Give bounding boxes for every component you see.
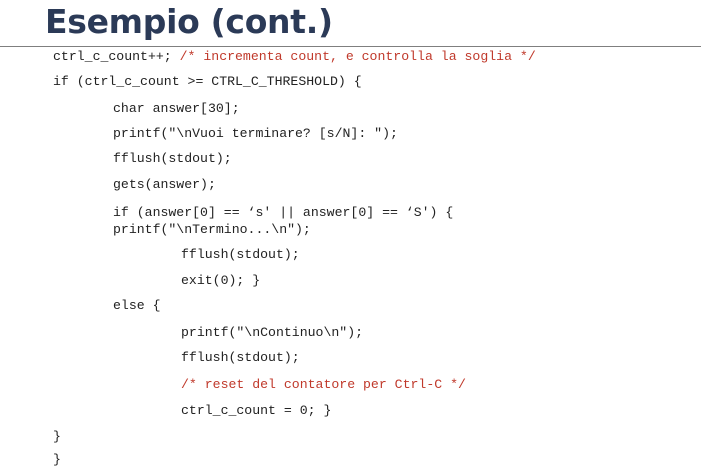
slide: Esempio (cont.) ctrl_c_count++; /* incre…	[0, 0, 701, 469]
code-line-6: gets(answer);	[113, 177, 216, 192]
code-line-13: fflush(stdout);	[181, 350, 300, 365]
code-line-15: ctrl_c_count = 0; }	[181, 403, 332, 418]
code-line-7: if (answer[0] == ‘s' || answer[0] == ‘S'…	[113, 205, 454, 220]
code-line-5: fflush(stdout);	[113, 151, 232, 166]
code-line-3: char answer[30];	[113, 101, 240, 116]
code-line-14: /* reset del contatore per Ctrl-C */	[181, 377, 466, 392]
code-line-8: printf("\nTermino...\n");	[113, 222, 311, 237]
code-line-4: printf("\nVuoi terminare? [s/N]: ");	[113, 126, 398, 141]
code-line-10: exit(0); }	[181, 273, 261, 288]
code-block: ctrl_c_count++; /* incrementa count, e c…	[0, 0, 701, 469]
code-line-17: }	[53, 452, 61, 467]
code-text: ctrl_c_count++;	[53, 49, 180, 64]
code-line-9: fflush(stdout);	[181, 247, 300, 262]
code-line-12: printf("\nContinuo\n");	[181, 325, 364, 340]
code-line-16: }	[53, 429, 61, 444]
code-line-1: ctrl_c_count++; /* incrementa count, e c…	[53, 49, 536, 65]
code-line-2: if (ctrl_c_count >= CTRL_C_THRESHOLD) {	[53, 74, 362, 89]
code-line-11: else {	[113, 298, 161, 313]
code-comment: /* incrementa count, e controlla la sogl…	[179, 49, 536, 64]
